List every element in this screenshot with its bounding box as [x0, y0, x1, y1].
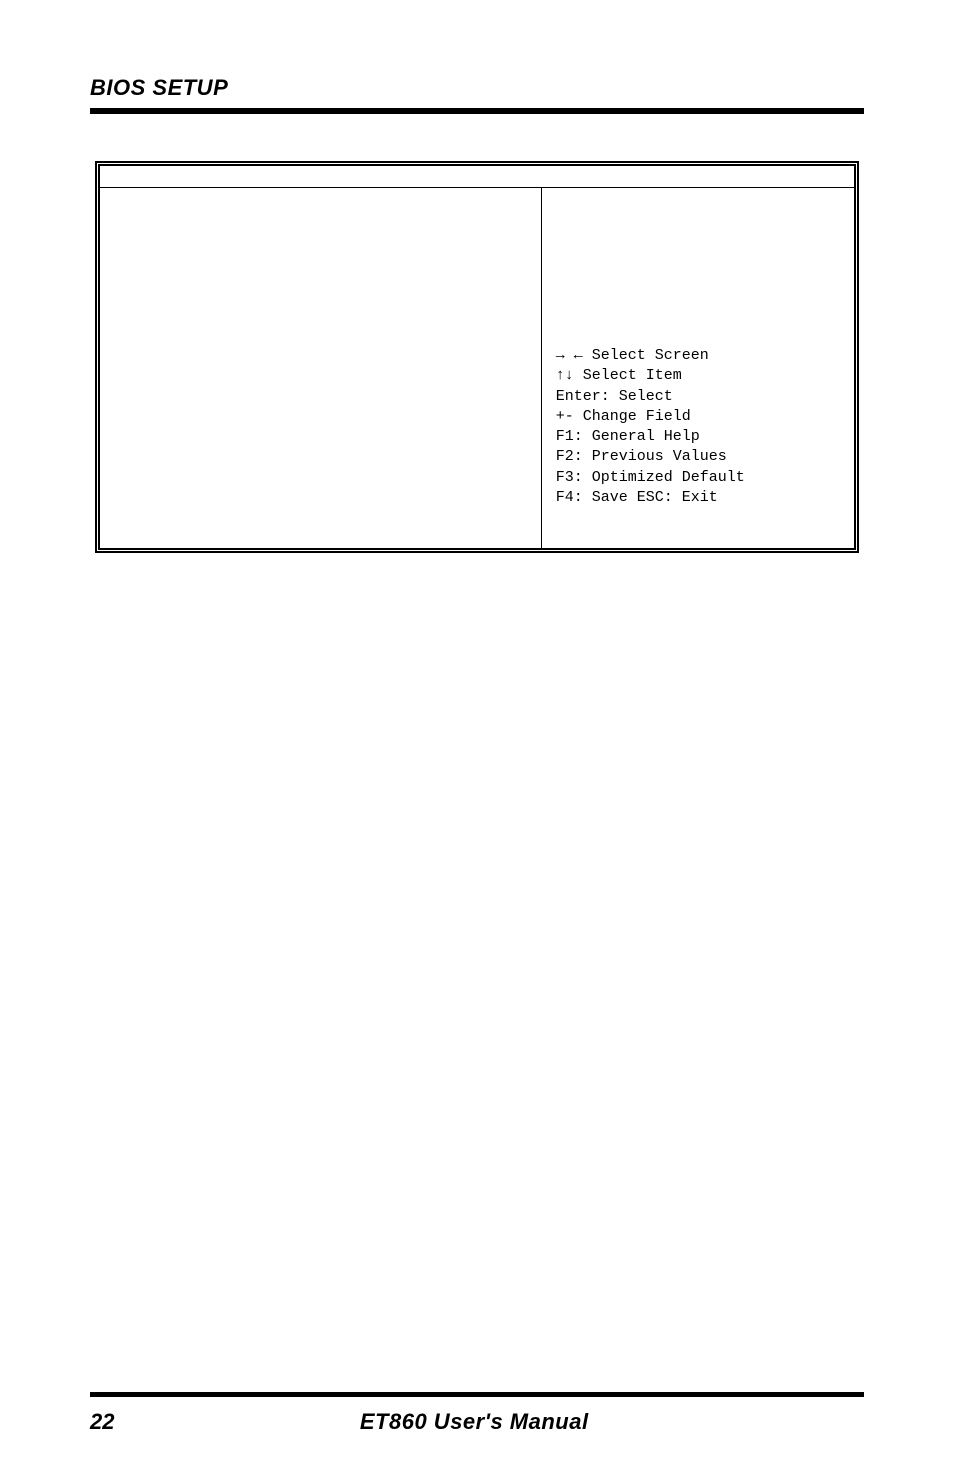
help-general-help: F1: General Help: [556, 427, 840, 447]
help-save-exit: F4: Save ESC: Exit: [556, 488, 840, 508]
section-header: BIOS SETUP: [90, 75, 864, 101]
page-footer: 22 ET860 User's Manual: [90, 1409, 864, 1435]
manual-title: ET860 User's Manual: [84, 1409, 864, 1435]
footer-rule: [90, 1392, 864, 1397]
help-select-screen: → ← Select Screen: [556, 346, 840, 366]
help-select-item: ↑↓ Select Item: [556, 366, 840, 386]
bios-body: → ← Select Screen ↑↓ Select Item Enter: …: [100, 188, 854, 548]
help-enter-select: Enter: Select: [556, 387, 840, 407]
header-rule: [90, 108, 864, 114]
help-previous-values: F2: Previous Values: [556, 447, 840, 467]
help-optimized-default: F3: Optimized Default: [556, 468, 840, 488]
bios-help-panel: → ← Select Screen ↑↓ Select Item Enter: …: [542, 188, 854, 548]
help-change-field: +- Change Field: [556, 407, 840, 427]
bios-screen-frame: → ← Select Screen ↑↓ Select Item Enter: …: [95, 161, 859, 553]
bios-title-bar: [100, 166, 854, 188]
bios-main-panel: [100, 188, 542, 548]
